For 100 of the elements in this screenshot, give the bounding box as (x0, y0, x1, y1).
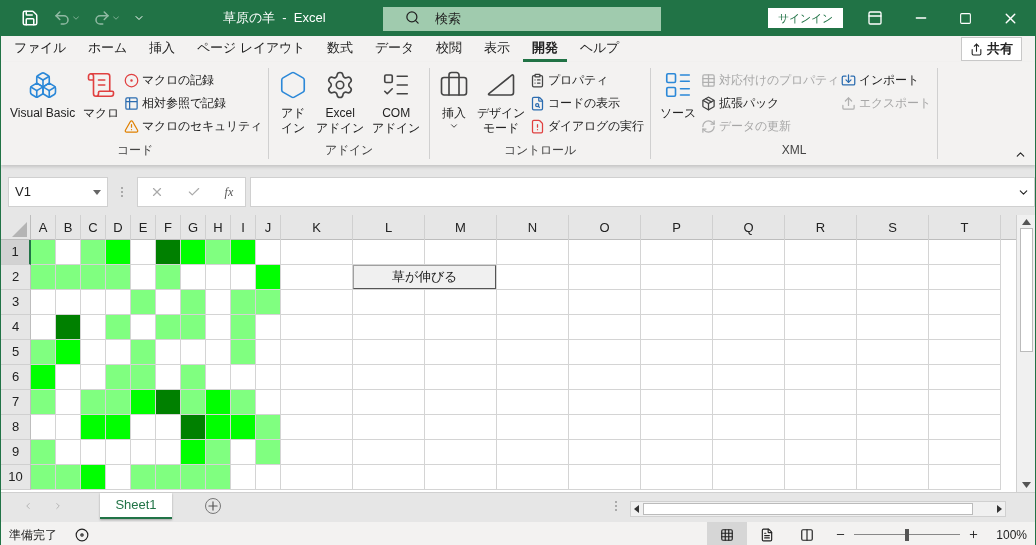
grid-cell[interactable] (81, 465, 106, 490)
grid-cell[interactable] (353, 415, 425, 440)
grid-cell[interactable] (206, 315, 231, 340)
grid-cell[interactable] (131, 465, 156, 490)
ribbon-button[interactable]: Excel アドイン (313, 68, 368, 136)
sheet-tab[interactable]: Sheet1 (100, 493, 172, 519)
macro-button[interactable]: 草が伸びる (353, 265, 496, 289)
grid-cell[interactable] (56, 315, 81, 340)
grid-cell[interactable] (156, 340, 181, 365)
grid-cell[interactable] (353, 340, 425, 365)
row-header[interactable]: 10 (1, 465, 31, 490)
grid-cell[interactable] (231, 440, 256, 465)
grid-cell[interactable] (281, 465, 353, 490)
grid-cell[interactable] (497, 290, 569, 315)
ribbon-button[interactable]: 相対参照で記録 (124, 93, 263, 113)
grid-cell[interactable] (56, 290, 81, 315)
scroll-up-icon[interactable] (1021, 219, 1031, 225)
grid-cell[interactable] (106, 440, 131, 465)
grid-cell[interactable] (156, 415, 181, 440)
grid-cell[interactable] (131, 415, 156, 440)
search-field[interactable]: 検索 (383, 6, 661, 31)
grid-cell[interactable] (131, 340, 156, 365)
grid-cell[interactable] (31, 315, 56, 340)
grid-cell[interactable] (206, 240, 231, 265)
grid-cell[interactable] (181, 265, 206, 290)
grid-cell[interactable] (106, 365, 131, 390)
grid-cell[interactable] (156, 265, 181, 290)
column-header[interactable]: Q (713, 215, 785, 240)
grid-cell[interactable] (785, 290, 857, 315)
zoom-level[interactable]: 100% (993, 525, 1027, 544)
grid-cell[interactable] (497, 415, 569, 440)
grid-cell[interactable] (497, 340, 569, 365)
grid-cell[interactable] (106, 390, 131, 415)
grid-cell[interactable] (31, 415, 56, 440)
grid-cell[interactable] (857, 440, 929, 465)
horizontal-scrollbar[interactable] (630, 501, 1006, 517)
grid-cell[interactable] (231, 390, 256, 415)
grid-cell[interactable] (181, 440, 206, 465)
grid-cell[interactable] (425, 415, 497, 440)
grid-cell[interactable] (713, 265, 785, 290)
grid-cell[interactable] (569, 340, 641, 365)
grid-cell[interactable] (713, 465, 785, 490)
ribbon-button[interactable]: ソース (657, 68, 700, 121)
column-header[interactable]: T (929, 215, 1001, 240)
drag-handle-icon[interactable] (615, 501, 617, 511)
ribbon-button[interactable]: プロパティ (530, 70, 645, 90)
grid-cell[interactable] (569, 290, 641, 315)
grid-cell[interactable] (569, 390, 641, 415)
share-button[interactable]: 共有 (961, 37, 1022, 61)
grid-cell[interactable] (181, 365, 206, 390)
grid-cell[interactable] (641, 315, 713, 340)
slider-thumb[interactable] (905, 528, 909, 541)
grid-cell[interactable] (256, 390, 281, 415)
grid-cell[interactable] (106, 315, 131, 340)
grid-cell[interactable] (785, 440, 857, 465)
grid-cell[interactable] (641, 340, 713, 365)
grid-cell[interactable] (181, 315, 206, 340)
grid-cell[interactable] (785, 365, 857, 390)
row-header[interactable]: 2 (1, 265, 31, 290)
grid-cell[interactable] (785, 390, 857, 415)
ribbon-button[interactable]: マクロ (80, 68, 123, 121)
grid-cell[interactable] (425, 315, 497, 340)
grid-cell[interactable] (181, 465, 206, 490)
grid-cell[interactable] (281, 240, 353, 265)
grid-cell[interactable] (569, 415, 641, 440)
grid-cell[interactable] (497, 440, 569, 465)
grid-cell[interactable] (497, 365, 569, 390)
grid-cell[interactable] (206, 265, 231, 290)
grid-cell[interactable] (857, 290, 929, 315)
ribbon-tab[interactable]: 数式 (317, 36, 362, 62)
ribbon-tab[interactable]: ホーム (79, 36, 136, 62)
grid-cell[interactable] (131, 365, 156, 390)
grid-cell[interactable] (131, 290, 156, 315)
grid-cell[interactable] (181, 340, 206, 365)
grid-cell[interactable] (713, 415, 785, 440)
row-header[interactable]: 8 (1, 415, 31, 440)
grid-cell[interactable] (353, 365, 425, 390)
row-header[interactable]: 4 (1, 315, 31, 340)
column-header[interactable]: O (569, 215, 641, 240)
zoom-slider[interactable] (854, 528, 960, 541)
grid-cell[interactable] (31, 265, 56, 290)
grid-cell[interactable] (569, 440, 641, 465)
grid-cell[interactable] (156, 290, 181, 315)
drag-handle-icon[interactable] (121, 187, 123, 197)
grid-cell[interactable] (929, 315, 1001, 340)
grid-cell[interactable] (181, 415, 206, 440)
ribbon-tab[interactable]: 表示 (474, 36, 519, 62)
grid-cell[interactable] (56, 340, 81, 365)
grid-cell[interactable] (31, 340, 56, 365)
grid-cell[interactable] (425, 440, 497, 465)
grid-cell[interactable] (131, 265, 156, 290)
row-header[interactable]: 1 (1, 240, 31, 265)
grid-cell[interactable] (81, 390, 106, 415)
grid-cell[interactable] (181, 390, 206, 415)
grid-cell[interactable] (131, 315, 156, 340)
grid-cell[interactable] (857, 365, 929, 390)
grid-cell[interactable] (106, 340, 131, 365)
previous-sheet-icon[interactable] (23, 501, 33, 511)
grid-cell[interactable] (497, 265, 569, 290)
grid-cell[interactable] (81, 240, 106, 265)
